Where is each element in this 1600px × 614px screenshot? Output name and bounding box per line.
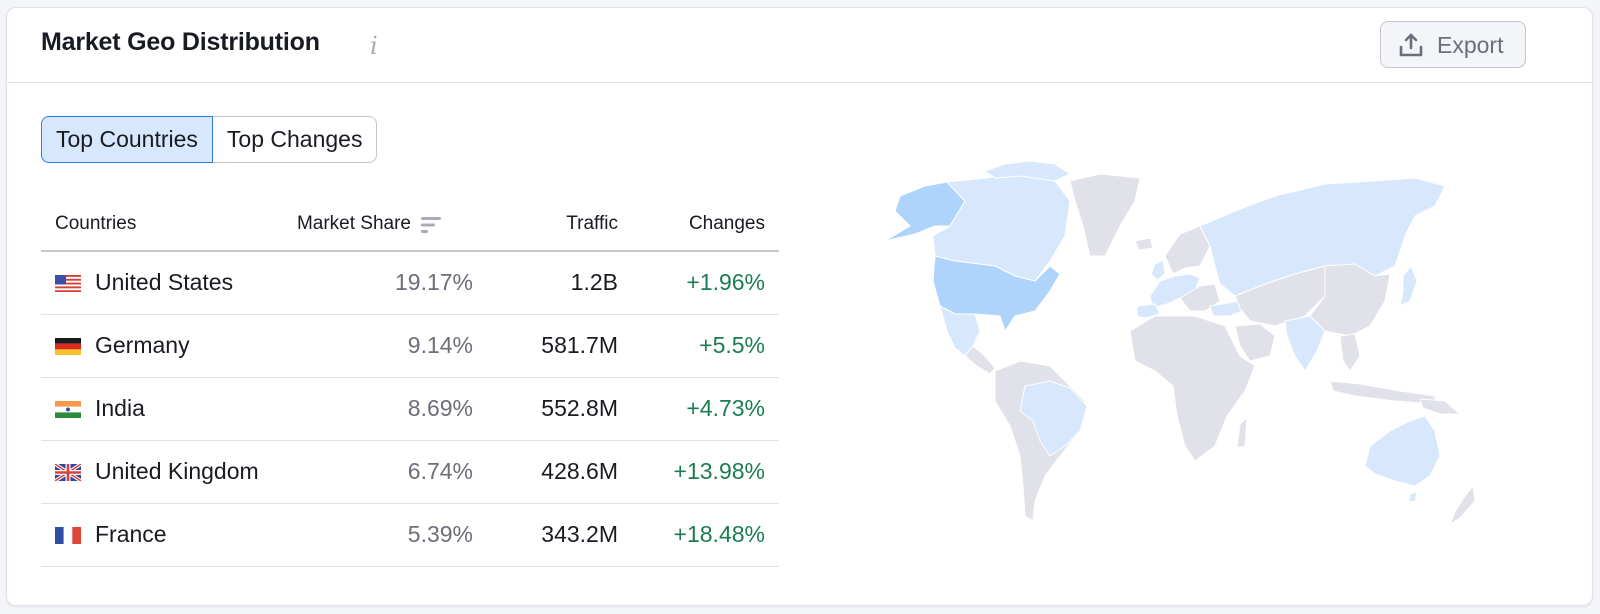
tab-top-countries[interactable]: Top Countries [41,116,213,163]
change-value: +5.5% [699,332,765,358]
map-region-greenland[interactable] [1069,173,1141,257]
fr-flag-icon [55,527,81,544]
market-share-value: 5.39% [407,521,473,547]
column-header-market-share[interactable]: Market Share [297,213,443,235]
export-button[interactable]: Export [1380,21,1526,68]
countries-table: Countries Market Share Traffic Changes U… [41,200,779,567]
card-title: Market Geo Distribution [41,28,320,56]
table-row[interactable]: Germany 9.14% 581.7M +5.5% [41,315,779,378]
map-region-africa[interactable] [1129,315,1256,462]
gb-flag-icon [55,464,81,481]
map-region-arabia[interactable] [1234,323,1276,362]
sort-descending-icon[interactable] [421,216,443,234]
country-name[interactable]: Germany [95,332,190,359]
country-name[interactable]: India [95,395,145,422]
map-region-central-america[interactable] [964,345,996,375]
country-name[interactable]: France [95,521,167,548]
country-name[interactable]: United Kingdom [95,458,259,485]
traffic-value: 428.6M [541,458,618,484]
us-flag-icon [55,275,81,292]
change-value: +13.98% [673,458,765,484]
map-region-iceland[interactable] [1134,237,1154,251]
column-header-market-share-label: Market Share [296,213,411,234]
world-map [855,156,1515,536]
map-region-new-guinea[interactable] [1419,398,1461,415]
change-value: +1.96% [686,269,765,295]
market-share-value: 9.14% [407,332,473,358]
de-flag-icon [55,338,81,355]
country-name[interactable]: United States [95,269,233,296]
map-region-united-kingdom[interactable] [1150,259,1166,281]
view-tabs: Top Countries Top Changes [41,116,378,163]
table-row[interactable]: India 8.69% 552.8M +4.73% [41,378,779,441]
map-region-madagascar[interactable] [1236,417,1248,449]
table-row[interactable]: United States 19.17% 1.2B +1.96% [41,252,779,315]
card-header: Market Geo Distribution i Export [7,8,1592,83]
upload-icon [1399,33,1423,57]
market-share-value: 6.74% [407,458,473,484]
market-share-value: 8.69% [407,395,473,421]
column-header-countries[interactable]: Countries [55,213,136,235]
map-region-japan[interactable] [1399,265,1418,307]
traffic-value: 343.2M [541,521,618,547]
traffic-value: 552.8M [541,395,618,421]
map-region-southeast-asia[interactable] [1339,333,1361,372]
table-row[interactable]: France 5.39% 343.2M +18.48% [41,504,779,567]
tab-top-changes[interactable]: Top Changes [212,116,378,163]
map-region-australia[interactable] [1364,415,1441,487]
export-label: Export [1437,32,1504,58]
map-region-tasmania[interactable] [1408,491,1418,503]
traffic-value: 1.2B [570,269,618,295]
change-value: +4.73% [686,395,765,421]
column-header-changes[interactable]: Changes [689,213,765,235]
traffic-value: 581.7M [541,332,618,358]
in-flag-icon [55,401,81,418]
map-region-indonesia[interactable] [1329,380,1436,405]
market-share-value: 19.17% [394,269,473,295]
change-value: +18.48% [673,521,765,547]
table-header: Countries Market Share Traffic Changes [41,200,779,252]
market-geo-distribution-card: Market Geo Distribution i Export Top Cou… [6,7,1593,606]
info-icon[interactable]: i [370,32,386,60]
column-header-traffic[interactable]: Traffic [566,213,618,235]
map-region-new-zealand[interactable] [1449,485,1476,525]
table-row[interactable]: United Kingdom 6.74% 428.6M +13.98% [41,441,779,504]
